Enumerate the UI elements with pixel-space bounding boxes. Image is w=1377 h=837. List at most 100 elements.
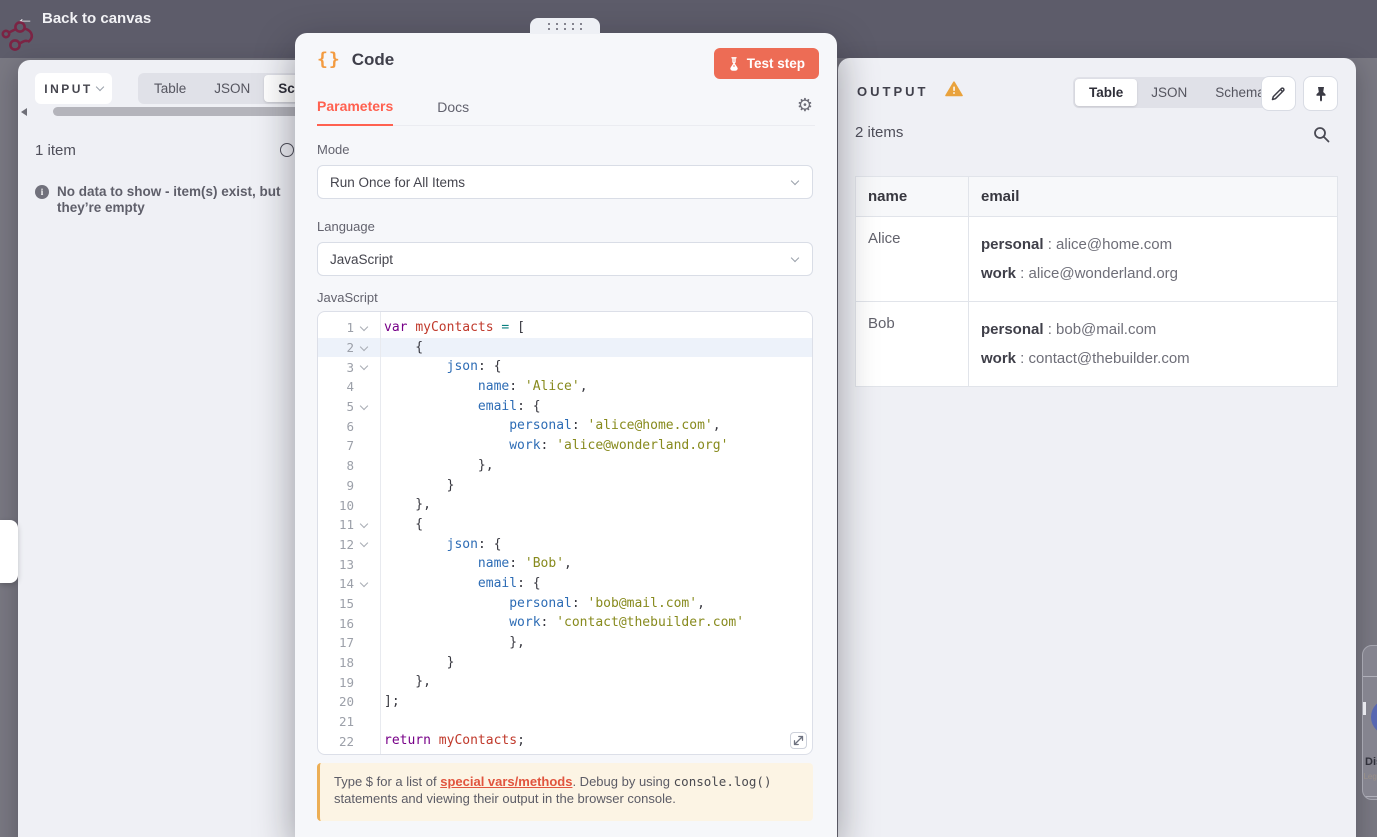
node-title: Code — [351, 49, 395, 69]
mode-select[interactable]: Run Once for All Items — [317, 165, 813, 199]
pin-icon — [1316, 86, 1325, 102]
widget-subtext: dLega — [1363, 772, 1377, 781]
name-cell: Alice — [855, 216, 969, 302]
pin-data-button[interactable] — [1303, 76, 1338, 111]
search-icon[interactable] — [1313, 126, 1330, 143]
code-node-icon: {} — [317, 49, 341, 70]
line-number: 11 — [338, 517, 354, 533]
modal-drag-handle[interactable] — [530, 18, 600, 34]
output-panel: OUTPUT Table JSON Schema 2 items name ema… — [838, 58, 1356, 837]
code-line[interactable]: name: 'Bob', — [384, 554, 812, 574]
gear-icon[interactable]: ⚙ — [797, 95, 813, 116]
column-header: email — [968, 176, 1338, 217]
fold-chevron-icon[interactable] — [354, 405, 374, 409]
language-label: Language — [317, 219, 375, 234]
line-number: 10 — [338, 497, 354, 513]
line-number: 17 — [338, 635, 354, 651]
chevron-down-icon — [790, 253, 800, 262]
code-line[interactable]: work: 'contact@thebuilder.com' — [384, 613, 812, 633]
code-line[interactable]: }, — [384, 495, 812, 515]
special-vars-link[interactable]: special vars/methods — [440, 774, 572, 789]
code-editor[interactable]: 1 2 3 4 5 6 7 8 9 10 11 12 13 14 15 16 17 18 19 20 21 22 var … — [317, 311, 813, 755]
code-line[interactable]: }, — [384, 672, 812, 692]
output-table: name email Alice personal : alice@home.com… — [855, 176, 1338, 387]
avatar — [1371, 699, 1377, 735]
fold-chevron-icon[interactable] — [354, 326, 374, 330]
clipped-side-widget[interactable]: Dis dLega — [1362, 645, 1377, 800]
refresh-icon[interactable] — [280, 143, 294, 157]
language-select[interactable]: JavaScript — [317, 242, 813, 276]
fold-chevron-icon[interactable] — [354, 523, 374, 527]
flask-icon — [730, 56, 738, 71]
table-row: Bob personal : bob@mail.com work : contact… — [855, 301, 1338, 387]
line-number: 12 — [338, 536, 354, 552]
line-number: 9 — [346, 477, 354, 493]
code-line[interactable]: email: { — [384, 574, 812, 594]
editor-gutter: 1 2 3 4 5 6 7 8 9 10 11 12 13 14 15 16 17 18 19 20 21 22 — [318, 318, 380, 751]
line-number: 13 — [338, 556, 354, 572]
line-number: 4 — [346, 379, 354, 395]
line-number: 2 — [346, 340, 354, 356]
panel-collapse-handle[interactable] — [0, 520, 18, 583]
scroll-left-icon[interactable] — [21, 108, 27, 116]
column-header: name — [855, 176, 969, 217]
mode-label: Mode — [317, 142, 350, 157]
line-number: 14 — [338, 576, 354, 592]
editor-code[interactable]: var myContacts = [ { json: { name: 'Alic… — [384, 318, 812, 751]
code-line[interactable]: return myContacts; — [384, 731, 812, 751]
modal-tabs: Parameters Docs — [317, 90, 815, 126]
line-number: 7 — [346, 438, 354, 454]
test-step-button[interactable]: Test step — [713, 48, 819, 79]
line-number: 21 — [338, 714, 354, 730]
n8n-logo-icon — [1, 21, 34, 51]
code-line[interactable]: personal: 'alice@home.com', — [384, 416, 812, 436]
pencil-icon — [1271, 87, 1285, 101]
code-line[interactable]: json: { — [384, 357, 812, 377]
code-line[interactable]: } — [384, 476, 812, 496]
chevron-down-icon — [95, 82, 104, 92]
code-line[interactable]: } — [384, 653, 812, 673]
fold-chevron-icon[interactable] — [354, 582, 374, 586]
output-tab-table[interactable]: Table — [1075, 79, 1138, 106]
line-number: 18 — [338, 655, 354, 671]
output-title: OUTPUT — [857, 84, 929, 99]
line-number: 1 — [346, 320, 354, 336]
code-line[interactable]: ]; — [384, 692, 812, 712]
line-number: 5 — [346, 399, 354, 415]
input-title: INPUT — [44, 81, 93, 96]
widget-text: Dis — [1365, 756, 1377, 768]
code-line[interactable]: personal: 'bob@mail.com', — [384, 594, 812, 614]
line-number: 8 — [346, 458, 354, 474]
input-source-selector[interactable]: INPUT — [35, 73, 112, 104]
warning-icon — [945, 81, 963, 97]
code-line[interactable] — [384, 712, 812, 732]
info-icon: i — [35, 185, 49, 199]
editor-resize-handle[interactable] — [790, 732, 807, 749]
input-tab-json[interactable]: JSON — [200, 75, 264, 102]
code-node-modal: {} Code Test step Parameters Docs ⚙ Mode… — [295, 33, 837, 837]
code-line[interactable]: }, — [384, 633, 812, 653]
email-cell: personal : alice@home.com work : alice@wo… — [968, 216, 1338, 302]
code-line[interactable]: { — [384, 515, 812, 535]
line-number: 16 — [338, 615, 354, 631]
output-tab-json[interactable]: JSON — [1137, 79, 1201, 106]
tab-docs[interactable]: Docs — [437, 99, 469, 125]
input-empty-message: No data to show - item(s) exist, but the… — [57, 184, 281, 215]
input-tab-table[interactable]: Table — [140, 75, 200, 102]
code-line[interactable]: email: { — [384, 397, 812, 417]
line-number: 15 — [338, 595, 354, 611]
edit-output-button[interactable] — [1261, 76, 1296, 111]
code-line[interactable]: { — [384, 338, 812, 358]
input-items-count: 1 item — [35, 142, 76, 159]
fold-chevron-icon[interactable] — [354, 542, 374, 546]
code-line[interactable]: }, — [384, 456, 812, 476]
code-line[interactable]: work: 'alice@wonderland.org' — [384, 436, 812, 456]
code-line[interactable]: var myContacts = [ — [384, 318, 812, 338]
fold-chevron-icon[interactable] — [354, 365, 374, 369]
code-line[interactable]: json: { — [384, 535, 812, 555]
line-number: 6 — [346, 418, 354, 434]
code-line[interactable]: name: 'Alice', — [384, 377, 812, 397]
fold-chevron-icon[interactable] — [354, 346, 374, 350]
editor-hint: Type $ for a list of special vars/method… — [317, 763, 813, 821]
tab-parameters[interactable]: Parameters — [317, 98, 394, 126]
